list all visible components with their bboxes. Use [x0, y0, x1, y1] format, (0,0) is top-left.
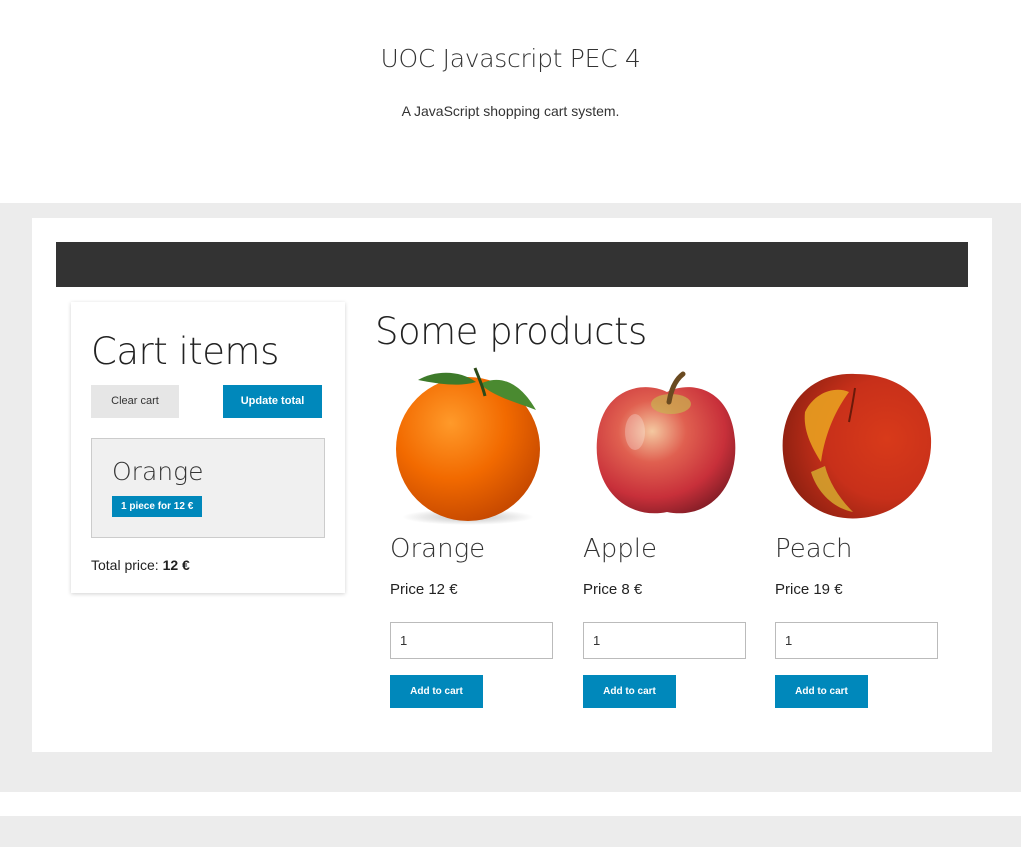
- site-header: UOC Javascript PEC 4 A JavaScript shoppi…: [0, 0, 1021, 203]
- product-name: Apple: [583, 534, 658, 564]
- update-total-button[interactable]: Update total: [223, 385, 322, 418]
- product-card-orange: Orange Price 12 € Add to cart: [390, 362, 560, 712]
- total-price-value: 12 €: [162, 557, 190, 573]
- product-price: Price 19 €: [775, 581, 843, 598]
- footer-gap: [0, 792, 1021, 816]
- site-title: UOC Javascript PEC 4: [380, 44, 641, 73]
- quantity-input[interactable]: [390, 622, 553, 659]
- cart-item-name: Orange: [112, 457, 204, 486]
- orange-image: [396, 367, 540, 525]
- site-subtitle: A JavaScript shopping cart system.: [401, 103, 620, 119]
- add-to-cart-button[interactable]: Add to cart: [583, 675, 676, 708]
- cart-item: Orange 1 piece for 12 €: [91, 438, 325, 538]
- cart-item-quantity-badge: 1 piece for 12 €: [112, 496, 203, 517]
- peach-image: [782, 373, 932, 519]
- apple-image: [596, 371, 736, 514]
- product-price: Price 8 €: [583, 581, 643, 598]
- product-name: Peach: [775, 534, 853, 564]
- product-name: Orange: [390, 534, 486, 564]
- products-title: Some products: [375, 310, 647, 353]
- product-card-peach: Peach Price 19 € Add to cart: [775, 362, 945, 712]
- cart-panel: Cart items Clear cart Update total Orang…: [71, 302, 345, 593]
- add-to-cart-button[interactable]: Add to cart: [390, 675, 483, 708]
- product-price: Price 12 €: [390, 581, 458, 598]
- add-to-cart-button[interactable]: Add to cart: [775, 675, 868, 708]
- footer-band: [0, 816, 1021, 847]
- quantity-input[interactable]: [775, 622, 938, 659]
- total-price: Total price: 12 €: [91, 557, 190, 573]
- quantity-input[interactable]: [583, 622, 746, 659]
- total-price-label: Total price:: [91, 557, 163, 573]
- cart-title: Cart items: [91, 330, 279, 373]
- clear-cart-button[interactable]: Clear cart: [91, 385, 179, 418]
- navbar: [56, 242, 968, 287]
- product-card-apple: Apple Price 8 € Add to cart: [583, 362, 753, 712]
